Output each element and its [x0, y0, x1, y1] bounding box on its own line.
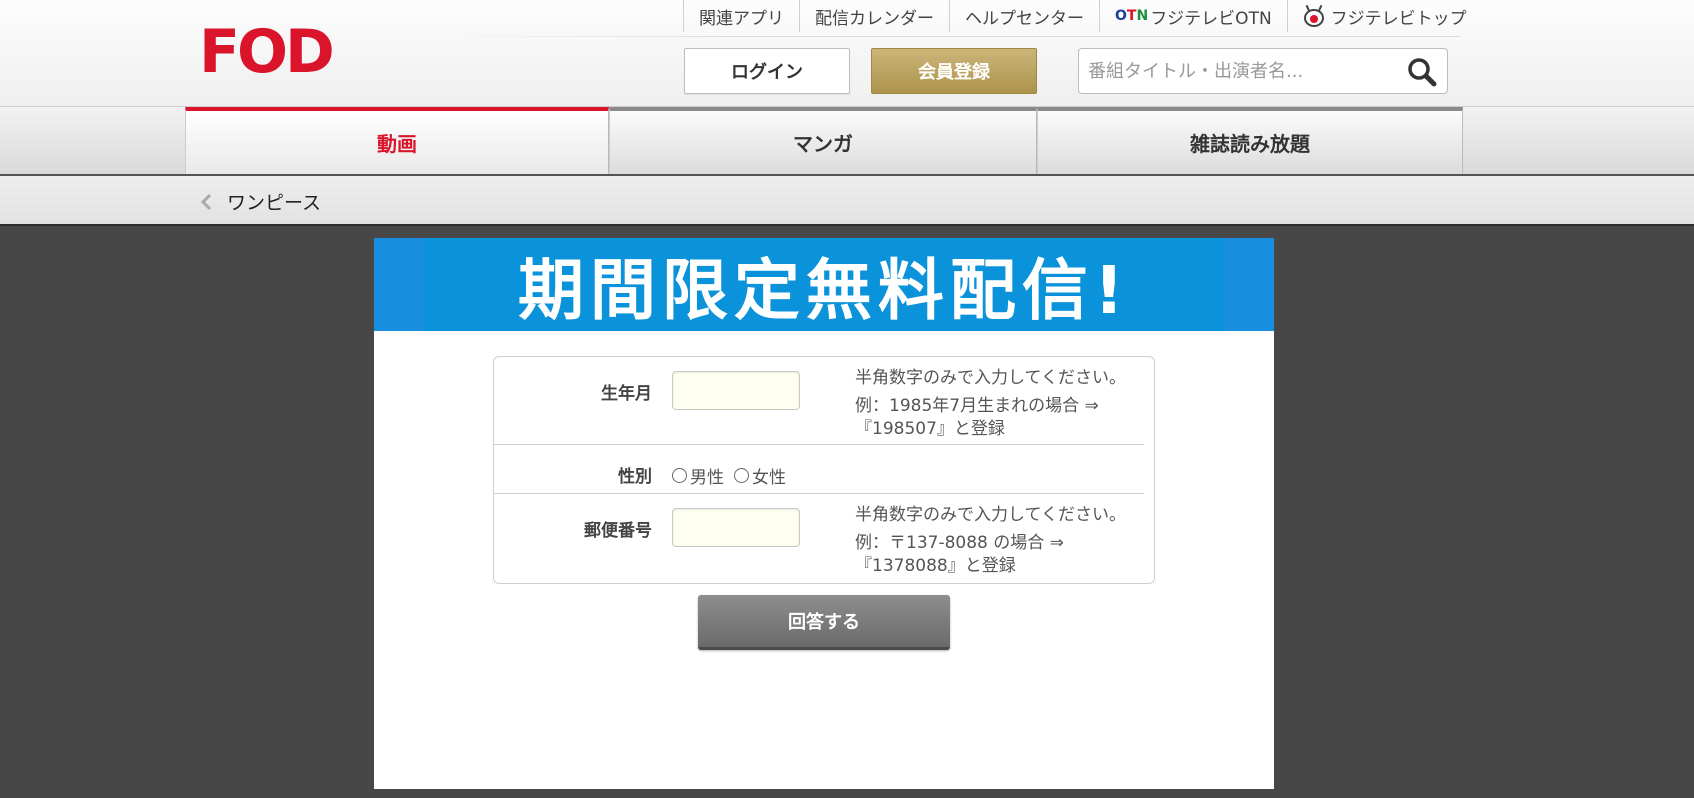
util-link-calendar[interactable]: 配信カレンダー: [799, 0, 949, 32]
survey-form: 生年月 半角数字のみで入力してください。 例：1985年7月生まれの場合 ⇒ 『…: [493, 356, 1155, 584]
tab-video[interactable]: 動画: [185, 107, 609, 174]
fujitv-top-label: フジテレビトップ: [1330, 8, 1467, 29]
birth-hint-line2: 例：1985年7月生まれの場合 ⇒: [855, 396, 1099, 416]
header-divider: [430, 36, 1460, 37]
main-tabbar: 動画 マンガ 雑誌読み放題: [0, 107, 1694, 176]
row-divider: [494, 493, 1144, 494]
promo-banner: 期間限定無料配信!: [374, 238, 1274, 331]
breadcrumb-label: ワンピース: [227, 192, 322, 214]
breadcrumb-bar: ワンピース: [0, 176, 1694, 226]
survey-panel: 期間限定無料配信! 生年月 半角数字のみで入力してください。 例：1985年7月…: [374, 238, 1274, 789]
register-button[interactable]: 会員登録: [871, 48, 1037, 94]
site-header: FOD 関連アプリ 配信カレンダー ヘルプセンター OTN フジテレビOTN フ…: [0, 0, 1694, 107]
util-link-help[interactable]: ヘルプセンター: [949, 0, 1099, 32]
gender-male-label: 男性: [690, 468, 724, 488]
postal-hint-line1: 半角数字のみで入力してください。: [855, 505, 1126, 525]
gender-option-male[interactable]: 男性: [672, 463, 724, 488]
gender-radio-group: 男性 女性: [672, 463, 796, 488]
search-icon[interactable]: [1407, 57, 1437, 87]
breadcrumb[interactable]: ワンピース: [199, 188, 321, 215]
gender-option-female[interactable]: 女性: [734, 463, 786, 488]
postal-code-field[interactable]: [672, 508, 800, 547]
utility-nav: 関連アプリ 配信カレンダー ヘルプセンター OTN フジテレビOTN フジテレビ…: [683, 0, 1482, 32]
postal-hint: 半角数字のみで入力してください。 例：〒137-8088 の場合 ⇒ 『1378…: [855, 504, 1145, 578]
tab-magazine[interactable]: 雑誌読み放題: [1037, 107, 1463, 174]
birth-label: 生年月: [601, 384, 652, 404]
otn-label: フジテレビOTN: [1150, 8, 1272, 29]
login-button[interactable]: ログイン: [684, 48, 850, 94]
fujitv-eye-icon: [1303, 4, 1325, 27]
radio-male[interactable]: [672, 468, 687, 483]
postal-label: 郵便番号: [584, 521, 652, 541]
postal-hint-line3: 『1378088』と登録: [855, 556, 1016, 576]
otn-logo-icon: OTN: [1115, 8, 1149, 24]
util-link-apps[interactable]: 関連アプリ: [683, 0, 799, 32]
search-input[interactable]: [1088, 51, 1406, 91]
chevron-left-icon: [200, 193, 212, 210]
tab-manga[interactable]: マンガ: [609, 107, 1037, 174]
row-divider: [494, 444, 1144, 445]
fod-logo[interactable]: FOD: [199, 22, 335, 82]
search-box: [1078, 48, 1448, 94]
submit-answer-button[interactable]: 回答する: [698, 595, 950, 650]
birth-hint-line1: 半角数字のみで入力してください。: [855, 368, 1126, 388]
gender-female-label: 女性: [752, 468, 786, 488]
birth-hint: 半角数字のみで入力してください。 例：1985年7月生まれの場合 ⇒ 『1985…: [855, 367, 1145, 441]
radio-female[interactable]: [734, 468, 749, 483]
promo-banner-text: 期間限定無料配信!: [517, 251, 1131, 329]
postal-hint-line2: 例：〒137-8088 の場合 ⇒: [855, 533, 1064, 553]
util-link-fujitv-top[interactable]: フジテレビトップ: [1286, 0, 1482, 32]
promo-banner-inner: 期間限定無料配信!: [424, 238, 1224, 331]
birth-field[interactable]: [672, 371, 800, 410]
birth-hint-line3: 『198507』と登録: [855, 419, 1005, 439]
util-link-otn[interactable]: OTN フジテレビOTN: [1099, 0, 1287, 32]
gender-label: 性別: [618, 467, 652, 487]
